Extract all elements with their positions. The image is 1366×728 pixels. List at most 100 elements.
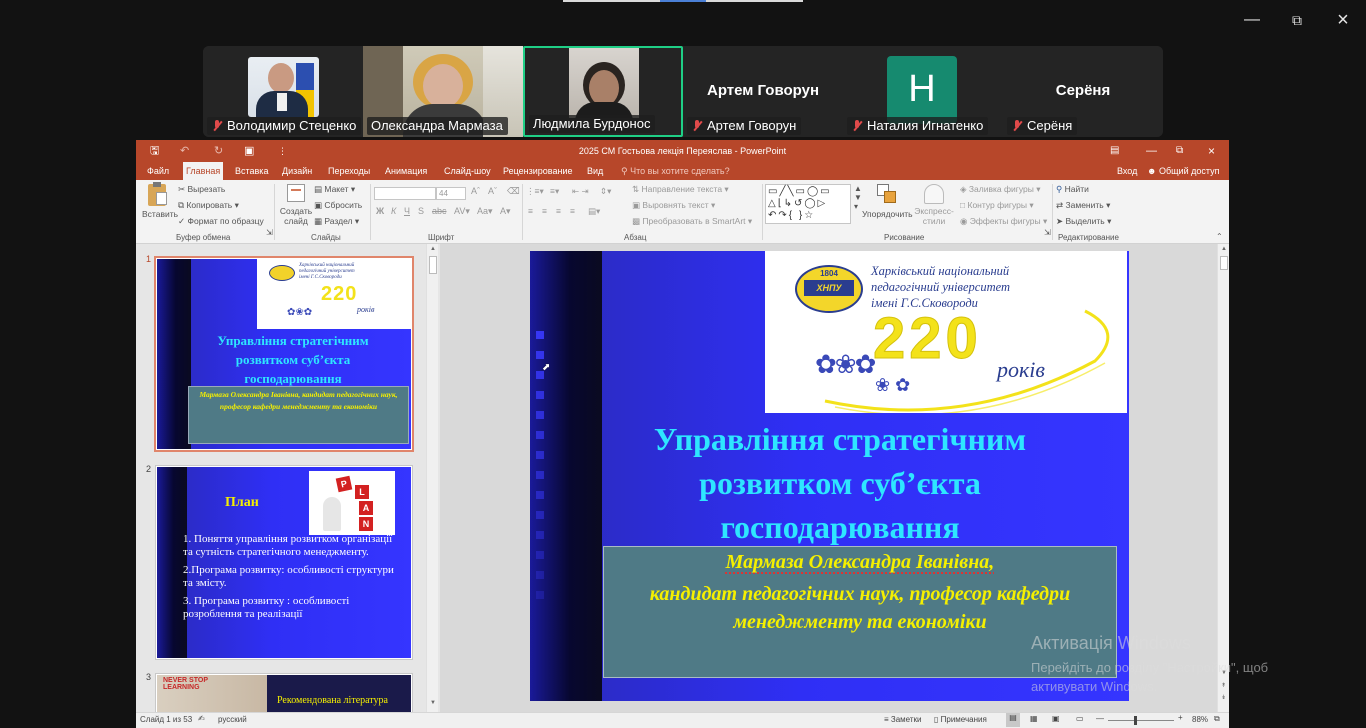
decrease-font-icon[interactable]: Aˇ [488, 186, 497, 196]
zoom-slider-thumb[interactable] [1134, 716, 1137, 725]
bullets-icon[interactable]: ⋮≡▾ [526, 186, 544, 197]
clipboard-dialog-launcher-icon[interactable]: ⇲ [266, 228, 273, 237]
shape-fill-button[interactable]: ◈ Заливка фигуры ▾ [960, 184, 1040, 195]
indent-icon[interactable]: ⇤ ⇥ [572, 186, 589, 197]
slideshow-view-icon[interactable]: ▭ [1076, 714, 1084, 723]
tab-file[interactable]: Файл [144, 162, 172, 180]
zoom-slider-track[interactable] [1108, 720, 1174, 721]
format-painter-button[interactable]: ✓ Формат по образцу [178, 216, 264, 227]
shapes-gallery[interactable]: ▭╱╲▭◯▭ △⌊↳↺◯▷ ↶↷{ }☆ [765, 184, 851, 224]
sign-in-link[interactable]: Вход [1114, 162, 1140, 180]
shadow-icon[interactable]: S [418, 206, 424, 216]
replace-button[interactable]: ⇄ Заменить ▾ [1056, 200, 1110, 211]
font-color-icon[interactable]: A▾ [500, 206, 511, 217]
tab-slideshow[interactable]: Слайд-шоу [441, 162, 494, 180]
underline-icon[interactable]: Ч [404, 206, 410, 216]
tell-me-search[interactable]: ⚲ Что вы хотите сделать? [618, 162, 733, 180]
new-slide-button[interactable]: Создать слайд [278, 184, 314, 226]
zoom-in-icon[interactable]: + [1178, 713, 1183, 722]
font-name-combo[interactable] [374, 187, 436, 200]
close-window-icon[interactable]: × [1208, 140, 1215, 162]
participant-tile[interactable]: H Наталия Игнатенко [843, 46, 1003, 137]
slide-dot-pattern [536, 331, 544, 599]
scroll-up-icon[interactable]: ▲ [430, 246, 436, 252]
align-left-icon[interactable]: ≡ [528, 206, 533, 216]
language-indicator[interactable]: русский [218, 715, 247, 724]
scrollbar-thumb[interactable] [429, 256, 437, 274]
tab-view[interactable]: Вид [584, 162, 606, 180]
activation-watermark-title: Активація Windows [1031, 633, 1191, 653]
participant-tile[interactable]: Володимир Стеценко [203, 46, 363, 137]
justify-icon[interactable]: ≡ [570, 206, 575, 216]
reset-button[interactable]: ▣ Сбросить [314, 200, 362, 211]
participant-tile[interactable]: Серёня Серёня [1003, 46, 1163, 137]
quick-styles-button[interactable]: Экспресс-стили [914, 184, 954, 226]
fit-to-window-icon[interactable]: ⧉ [1214, 714, 1220, 724]
change-case-icon[interactable]: Aa▾ [477, 206, 493, 217]
paste-button[interactable]: Вставить [142, 182, 178, 224]
drawing-dialog-launcher-icon[interactable]: ⇲ [1044, 228, 1051, 237]
thumbnail-1-subtitle: Мармаза Олександра Іванівна, кандидат пе… [188, 386, 409, 444]
layout-button[interactable]: ▤ Макет ▾ [314, 184, 355, 195]
thumbnail-slide-3[interactable]: NEVER STOP LEARNING Рекомендована літера… [155, 673, 413, 712]
thumbnails-scrollbar[interactable]: ▲ ▼ [426, 244, 438, 712]
share-button[interactable]: ☻ Общий доступ [1144, 162, 1222, 180]
tab-review[interactable]: Рецензирование [500, 162, 576, 180]
select-button[interactable]: ➤ Выделить ▾ [1056, 216, 1111, 227]
shapes-scroll-icon[interactable]: ▲ ▼ ▾ [854, 184, 862, 211]
arrange-button[interactable]: Упорядочить [862, 184, 913, 219]
section-button[interactable]: ▦ Раздел ▾ [314, 216, 359, 227]
align-right-icon[interactable]: ≡ [556, 206, 561, 216]
tab-home[interactable]: Главная [183, 162, 224, 180]
font-size-combo[interactable]: 44 [436, 187, 466, 200]
italic-icon[interactable]: К [391, 206, 396, 216]
thumbnail-slide-2[interactable]: План P L A N 1. Поняття управління розви… [155, 465, 413, 660]
strikethrough-icon[interactable]: abc [432, 206, 447, 216]
bold-icon[interactable]: Ж [376, 206, 384, 216]
zoom-level[interactable]: 88% [1192, 715, 1208, 724]
tab-design[interactable]: Дизайн [279, 162, 315, 180]
close-icon[interactable]: × [1331, 8, 1355, 32]
slide-sorter-icon[interactable]: ▦ [1030, 714, 1038, 723]
scroll-up-icon[interactable]: ▲ [1221, 246, 1227, 252]
find-button[interactable]: ⚲ Найти [1056, 184, 1089, 195]
minimize-window-icon[interactable]: — [1146, 140, 1157, 162]
participant-tile-active-speaker[interactable]: Людмила Бурдонос [523, 46, 683, 137]
tab-animations[interactable]: Анимация [382, 162, 430, 180]
minimize-icon[interactable]: — [1240, 8, 1264, 32]
cut-button[interactable]: ✂ Вырезать [178, 184, 225, 195]
thumbnail-slide-1[interactable]: Харківський національний педагогічний уні… [154, 256, 414, 452]
increase-font-icon[interactable]: Aˆ [471, 186, 480, 196]
line-spacing-icon[interactable]: ⇕▾ [600, 186, 611, 197]
mic-muted-icon [851, 120, 863, 132]
spacing-icon[interactable]: AV▾ [454, 206, 470, 217]
participant-tile[interactable]: Артем Говорун Артем Говорун [683, 46, 843, 137]
smartart-button[interactable]: ▩ Преобразовать в SmartArt ▾ [632, 216, 752, 227]
zoom-out-icon[interactable]: — [1096, 714, 1104, 723]
comments-button[interactable]: ▯ Примечания [934, 715, 987, 724]
ribbon-display-options-icon[interactable]: ▤ [1110, 140, 1119, 162]
restore-window-icon[interactable]: ⧉ [1176, 140, 1183, 162]
numbering-icon[interactable]: ≡▾ [550, 186, 559, 197]
tab-insert[interactable]: Вставка [232, 162, 271, 180]
align-center-icon[interactable]: ≡ [542, 206, 547, 216]
scroll-down-icon[interactable]: ▼ [430, 700, 436, 706]
scrollbar-thumb[interactable] [1220, 256, 1228, 270]
tab-transitions[interactable]: Переходы [325, 162, 373, 180]
shape-effects-button[interactable]: ◉ Эффекты фигуры ▾ [960, 216, 1047, 227]
reading-view-icon[interactable]: ▣ [1052, 714, 1060, 723]
collapse-ribbon-icon[interactable]: ⌃ [1216, 232, 1223, 241]
text-direction-button[interactable]: ⇅ Направление текста ▾ [632, 184, 729, 195]
participant-tile[interactable]: Олександра Мармаза [363, 46, 523, 137]
columns-icon[interactable]: ▤▾ [588, 206, 600, 217]
align-text-button[interactable]: ▣ Выровнять текст ▾ [632, 200, 715, 211]
restore-icon[interactable]: ⧉ [1285, 8, 1309, 32]
spelling-icon[interactable]: ✍ [198, 714, 205, 723]
slide-scrollbar[interactable]: ▲ ▼ ↟ ↡ [1217, 244, 1229, 712]
participant-display-name: Серёня [1055, 82, 1111, 99]
normal-view-icon[interactable]: ▤ [1006, 713, 1020, 727]
notes-button[interactable]: ≡ Заметки [884, 715, 922, 724]
copy-button[interactable]: ⧉ Копировать ▾ [178, 200, 239, 211]
clear-format-icon[interactable]: ⌫ [507, 186, 520, 197]
shape-outline-button[interactable]: □ Контур фигуры ▾ [960, 200, 1034, 211]
